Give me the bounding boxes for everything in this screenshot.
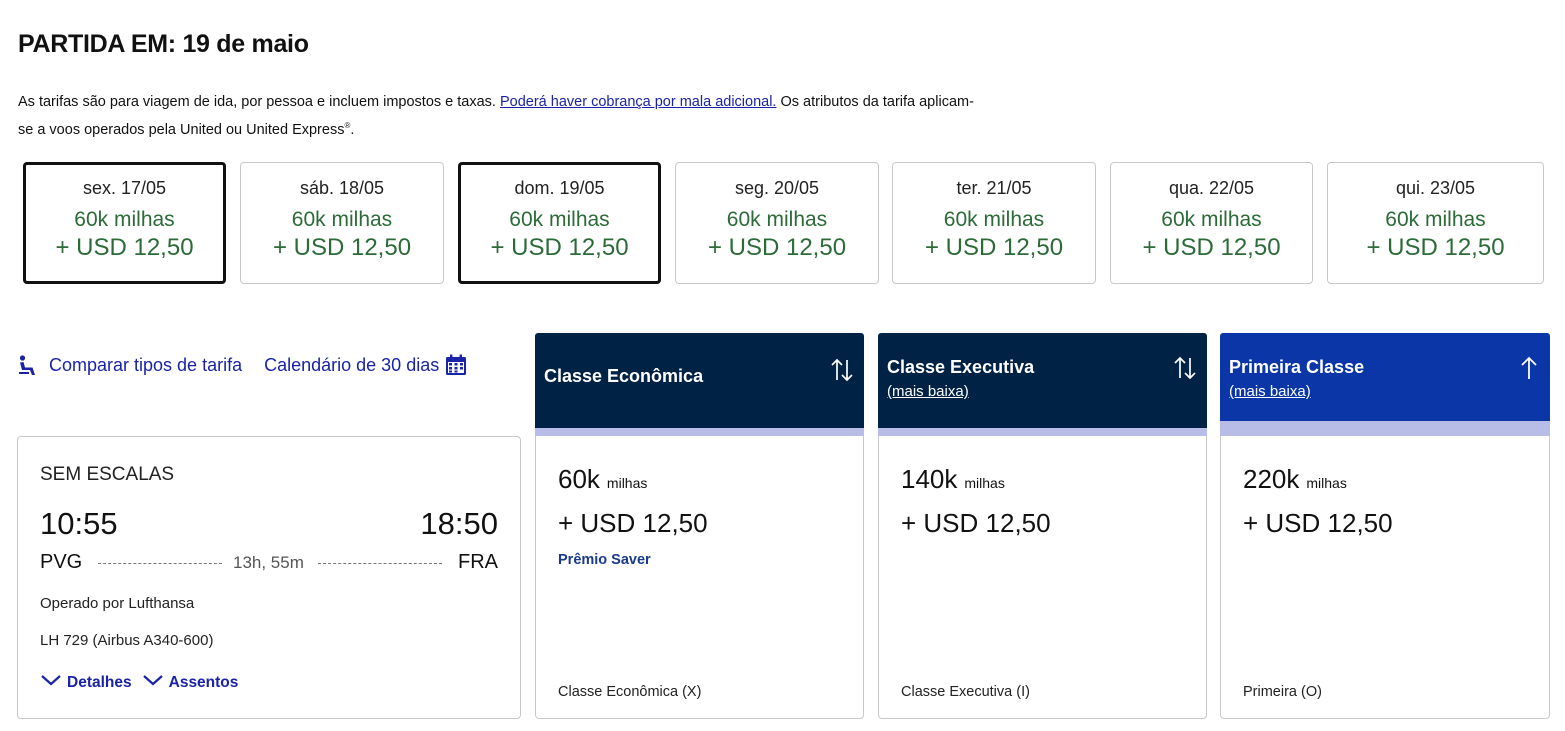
fare-cell-business[interactable]: 140k milhas + USD 12,50 Classe Executiva…	[878, 436, 1207, 719]
cabin-name: Classe Econômica	[544, 366, 704, 386]
flight-duration: 13h, 55m	[233, 553, 304, 572]
operated-by: Operado por Lufthansa	[40, 595, 195, 612]
departure-airport: PVG	[40, 551, 83, 573]
chevron-down-icon	[142, 673, 169, 692]
fare-cell-economy[interactable]: 60k milhas + USD 12,50 Prêmio Saver Clas…	[535, 436, 864, 719]
cabin-header-business[interactable]: Classe Executiva (mais baixa)	[878, 333, 1207, 437]
date-card-selected[interactable]: dom. 19/05 60k milhas + USD 12,50	[458, 162, 661, 284]
chevron-down-icon	[40, 673, 67, 692]
compare-fares-link[interactable]: Comparar tipos de tarifa	[17, 354, 242, 376]
date-card[interactable]: qua. 22/05 60k milhas + USD 12,50	[1110, 162, 1313, 284]
date-miles: 60k milhas	[74, 208, 175, 231]
miles-unit: milhas	[1306, 475, 1347, 491]
fare-miles: 140k milhas	[901, 464, 1005, 495]
date-label: qua. 22/05	[1168, 178, 1255, 198]
date-card[interactable]: seg. 20/05 60k milhas + USD 12,50	[675, 162, 879, 284]
date-card[interactable]: ter. 21/05 60k milhas + USD 12,50	[892, 162, 1096, 284]
sort-icon	[1173, 355, 1197, 386]
fare-notice: As tarifas são para viagem de ida, por p…	[18, 90, 988, 142]
date-label: ter. 21/05	[956, 178, 1032, 198]
cabin-name: Classe Executiva	[887, 357, 1035, 377]
fare-usd: + USD 12,50	[1243, 508, 1393, 538]
date-card[interactable]: sáb. 18/05 60k milhas + USD 12,50	[240, 162, 444, 284]
fare-class: Primeira (O)	[1243, 684, 1322, 700]
miles-unit: milhas	[964, 475, 1005, 491]
date-miles: 60k milhas	[509, 208, 610, 231]
route-line	[318, 563, 442, 564]
date-price: + USD 12,50	[55, 234, 194, 261]
details-label: Detalhes	[67, 673, 132, 691]
fare-usd: + USD 12,50	[558, 508, 708, 538]
route-line	[98, 563, 222, 564]
fare-miles: 60k milhas	[558, 464, 647, 495]
arrival-time: 18:50	[420, 506, 498, 541]
sort-icon	[830, 357, 854, 388]
date-price: + USD 12,50	[1142, 234, 1281, 261]
fare-cell-first[interactable]: 220k milhas + USD 12,50 Primeira (O)	[1220, 436, 1550, 719]
cabin-name: Primeira Classe	[1229, 357, 1365, 377]
cabin-header-first[interactable]: Primeira Classe (mais baixa)	[1220, 333, 1550, 437]
date-price: + USD 12,50	[490, 234, 629, 261]
date-miles: 60k milhas	[1161, 208, 1262, 231]
date-label: sáb. 18/05	[299, 178, 385, 198]
date-price: + USD 12,50	[707, 234, 847, 261]
calendar-30-days-link[interactable]: Calendário de 30 dias	[264, 354, 467, 376]
miles-amount: 220k	[1243, 464, 1300, 494]
stops-label: SEM ESCALAS	[40, 464, 175, 485]
notice-period: .	[350, 121, 355, 138]
seats-label: Assentos	[168, 673, 239, 691]
fare-miles: 220k milhas	[1243, 464, 1347, 495]
notice-text: As tarifas são para viagem de ida, por p…	[18, 94, 496, 110]
fare-class: Classe Executiva (I)	[901, 684, 1030, 700]
date-label: sex. 17/05	[82, 178, 167, 198]
date-price: + USD 12,50	[272, 234, 412, 261]
flight-number: LH 729 (Airbus A340-600)	[40, 632, 214, 649]
results-toolbar: Comparar tipos de tarifa Calendário de 3…	[17, 354, 467, 376]
fare-class: Classe Econômica (X)	[558, 684, 702, 700]
cabin-lowest-link[interactable]: (mais baixa)	[1229, 383, 1311, 400]
date-miles: 60k milhas	[1385, 208, 1486, 231]
departure-time: 10:55	[40, 506, 118, 541]
date-price: + USD 12,50	[1366, 234, 1505, 261]
date-miles: 60k milhas	[291, 208, 393, 231]
baggage-fee-link[interactable]: Poderá haver cobrança por mala adicional…	[500, 94, 776, 110]
date-label: qui. 23/05	[1395, 178, 1476, 198]
flight-actions: Detalhes Assentos	[40, 673, 248, 692]
compare-fares-label: Comparar tipos de tarifa	[49, 354, 243, 375]
miles-amount: 140k	[901, 464, 958, 494]
miles-unit: milhas	[606, 475, 648, 491]
details-toggle[interactable]: Detalhes	[40, 673, 132, 692]
miles-amount: 60k	[558, 464, 600, 494]
seats-toggle[interactable]: Assentos	[142, 673, 239, 692]
date-label: dom. 19/05	[514, 178, 605, 198]
page-title: PARTIDA EM: 19 de maio	[18, 30, 309, 58]
date-price: + USD 12,50	[924, 234, 1064, 261]
date-card[interactable]: qui. 23/05 60k milhas + USD 12,50	[1327, 162, 1544, 284]
date-label: seg. 20/05	[734, 178, 820, 198]
seat-icon	[17, 354, 39, 376]
date-miles: 60k milhas	[943, 208, 1045, 231]
arrival-airport: FRA	[458, 551, 498, 573]
fare-usd: + USD 12,50	[901, 508, 1051, 538]
calendar-30-days-label: Calendário de 30 dias	[264, 354, 440, 375]
cabin-lowest-link[interactable]: (mais baixa)	[887, 383, 969, 400]
cabin-header-strip	[1220, 421, 1550, 437]
saver-badge: Prêmio Saver	[558, 552, 651, 568]
cabin-header-economy[interactable]: Classe Econômica	[535, 333, 864, 437]
date-card[interactable]: sex. 17/05 60k milhas + USD 12,50	[23, 162, 226, 284]
date-miles: 60k milhas	[726, 208, 828, 231]
arrow-up-icon	[1518, 355, 1540, 386]
calendar-icon	[445, 354, 467, 376]
flight-info-card: SEM ESCALAS 10:55 18:50 PVG 13h, 55m FRA…	[17, 436, 521, 719]
